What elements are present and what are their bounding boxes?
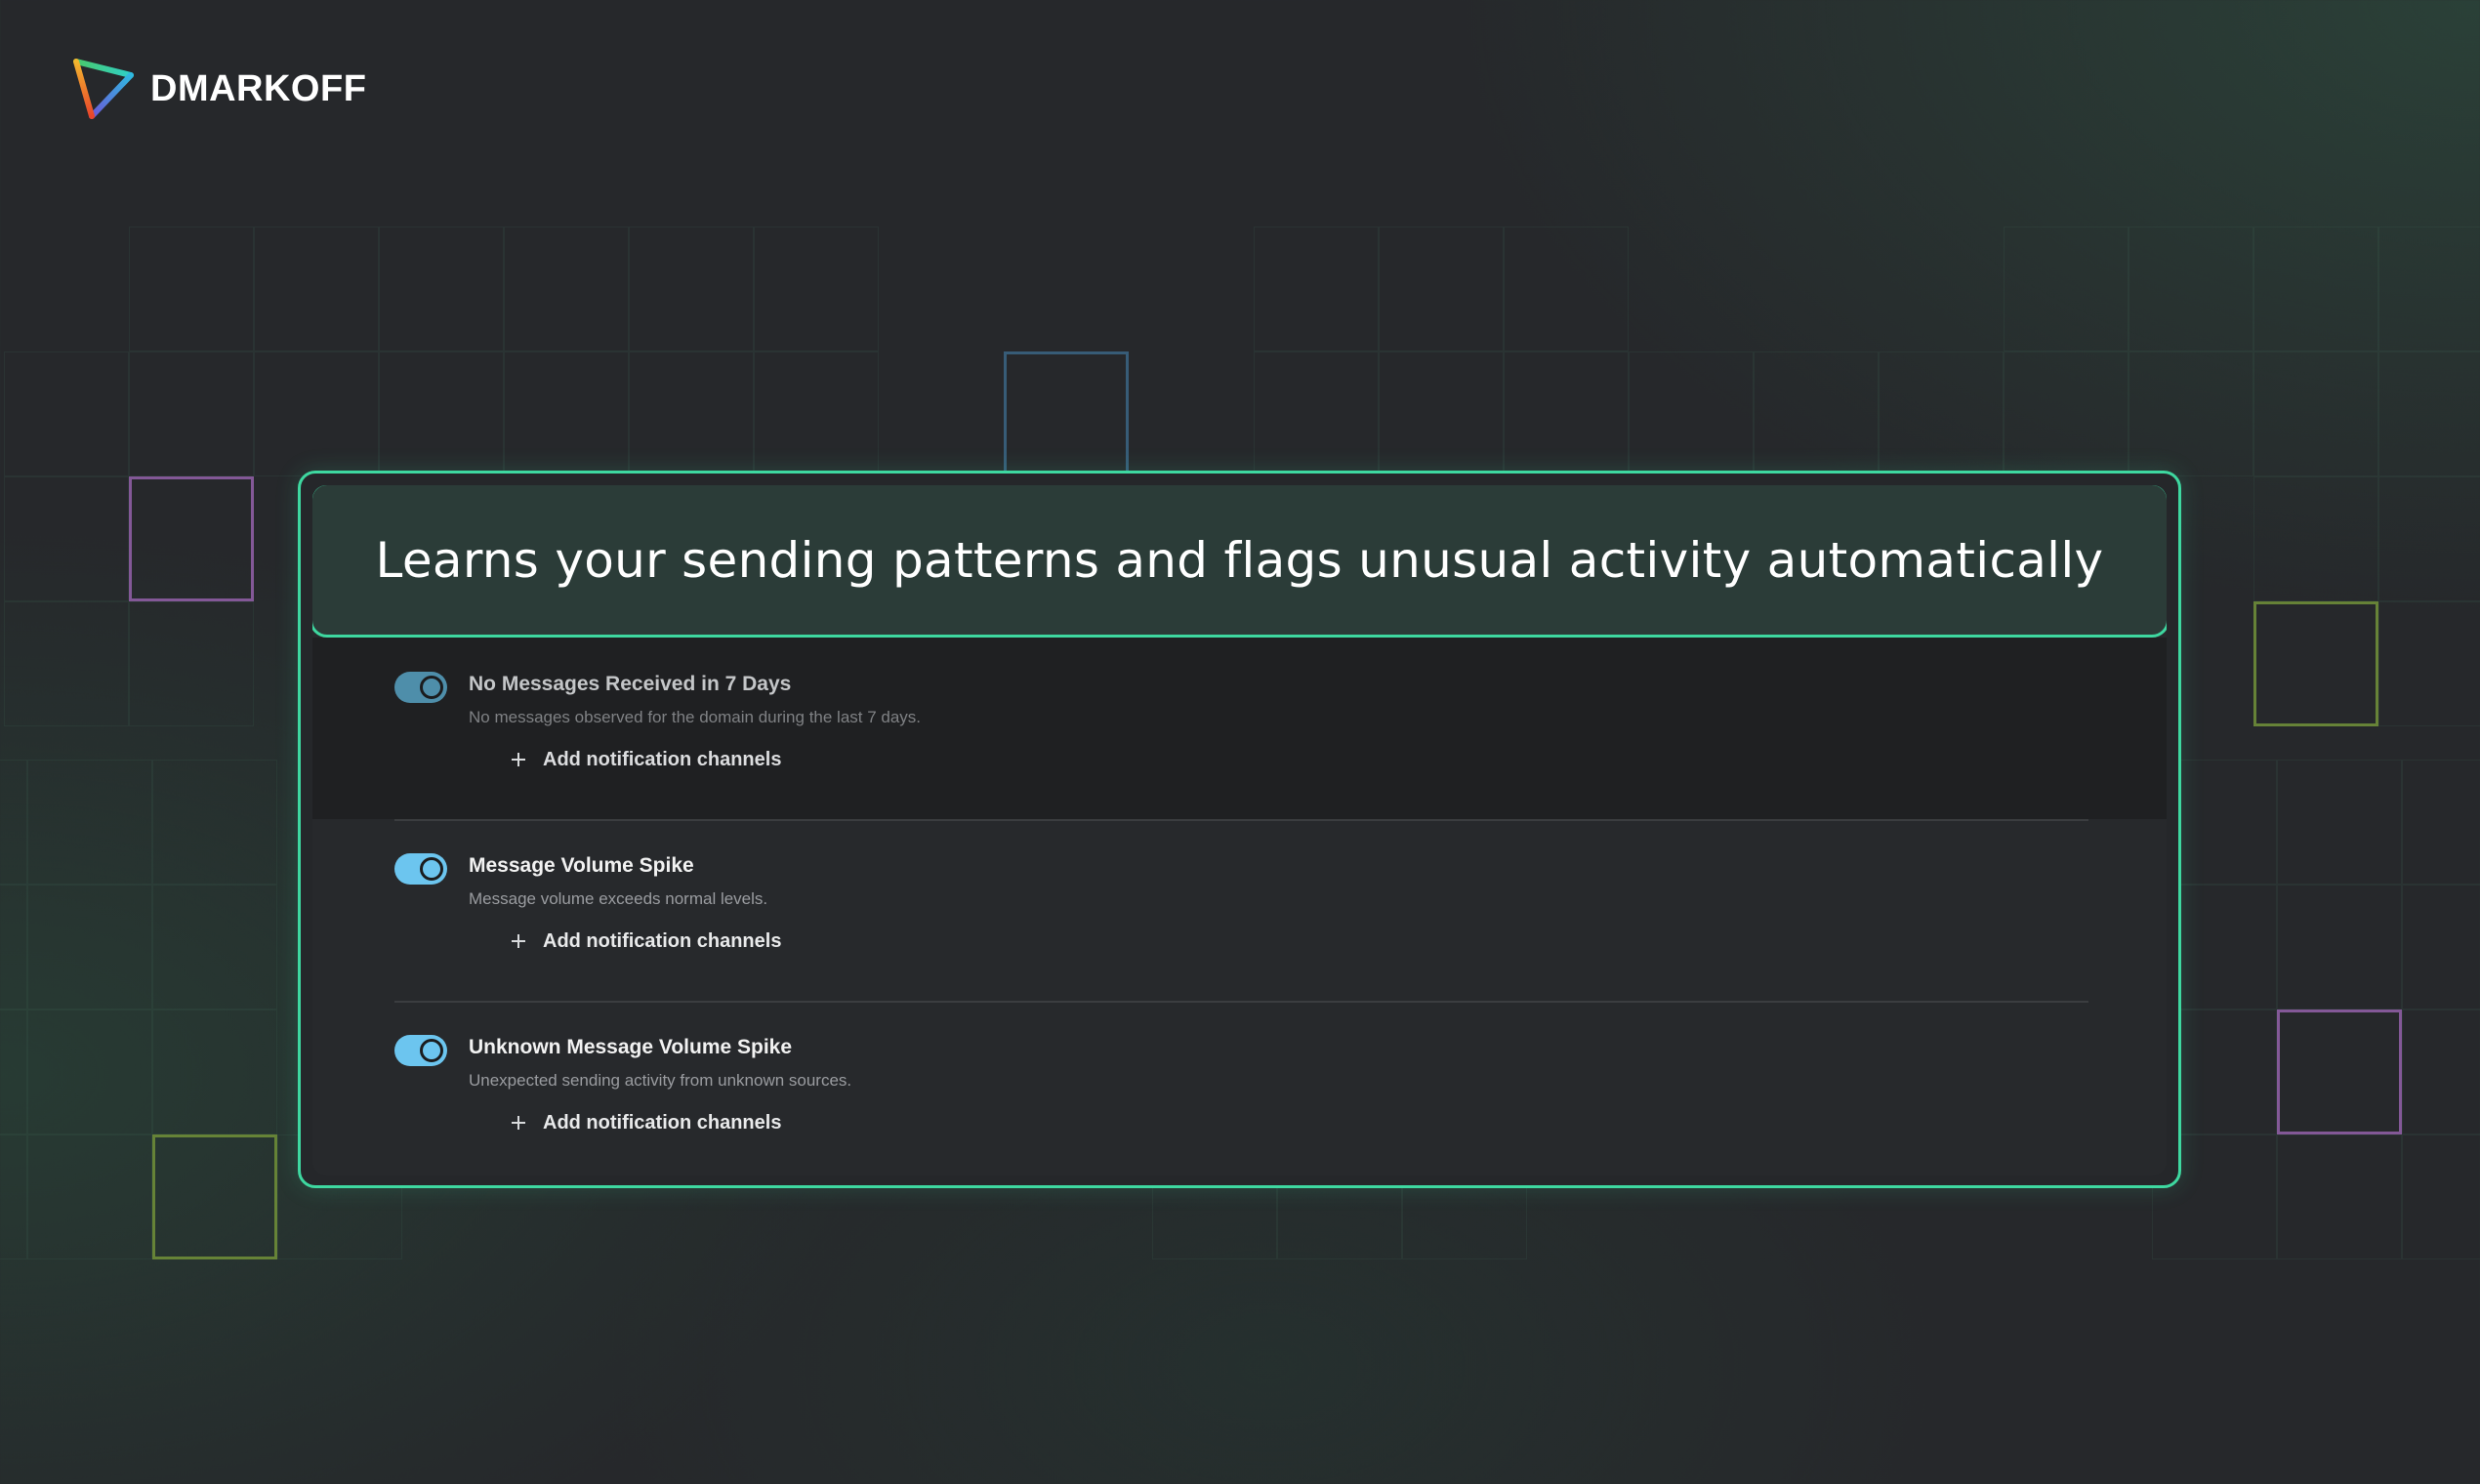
- toggle-knob: [420, 1039, 443, 1062]
- alert-description: Unexpected sending activity from unknown…: [469, 1071, 852, 1090]
- banner-text: Learns your sending patterns and flags u…: [375, 531, 2104, 589]
- alert-title: Unknown Message Volume Spike: [469, 1036, 793, 1058]
- add-notification-channels-button[interactable]: Add notification channels: [504, 745, 781, 774]
- alerts-card: Learns your sending patterns and flags u…: [298, 471, 2181, 1188]
- decor-square-olive-left: [152, 1134, 277, 1259]
- alert-toggle[interactable]: [394, 853, 447, 885]
- add-notification-channels-label: Add notification channels: [543, 748, 782, 770]
- decor-square-olive: [2253, 601, 2378, 726]
- alert-item: Unknown Message Volume Spike Unexpected …: [312, 1001, 2167, 1175]
- alert-title: Message Volume Spike: [469, 854, 694, 877]
- plus-icon: [504, 1108, 533, 1137]
- add-notification-channels-label: Add notification channels: [543, 1111, 782, 1134]
- brand-logo[interactable]: DMARKOFF: [70, 55, 366, 123]
- alert-item: No Messages Received in 7 Days No messag…: [312, 638, 2167, 819]
- decor-square-purple-right: [2277, 1010, 2402, 1134]
- toggle-knob: [420, 857, 443, 881]
- plus-icon: [504, 927, 533, 956]
- alert-title: No Messages Received in 7 Days: [469, 673, 792, 695]
- decor-square-blue: [1004, 351, 1129, 476]
- alerts-card-body: Learns your sending patterns and flags u…: [312, 485, 2167, 1175]
- toggle-knob: [420, 676, 443, 699]
- feature-banner: Learns your sending patterns and flags u…: [312, 485, 2167, 638]
- add-notification-channels-button[interactable]: Add notification channels: [504, 927, 781, 956]
- add-notification-channels-label: Add notification channels: [543, 929, 782, 952]
- alert-description: Message volume exceeds normal levels.: [469, 889, 768, 908]
- brand-name: DMARKOFF: [150, 67, 367, 109]
- alert-toggle[interactable]: [394, 1035, 447, 1066]
- decor-square-purple: [129, 476, 254, 601]
- add-notification-channels-button[interactable]: Add notification channels: [504, 1108, 781, 1137]
- alert-description: No messages observed for the domain duri…: [469, 708, 922, 726]
- triangle-play-logo-icon: [73, 59, 134, 119]
- plus-icon: [504, 745, 533, 774]
- alert-toggle[interactable]: [394, 672, 447, 703]
- alert-item: Message Volume Spike Message volume exce…: [312, 819, 2167, 1001]
